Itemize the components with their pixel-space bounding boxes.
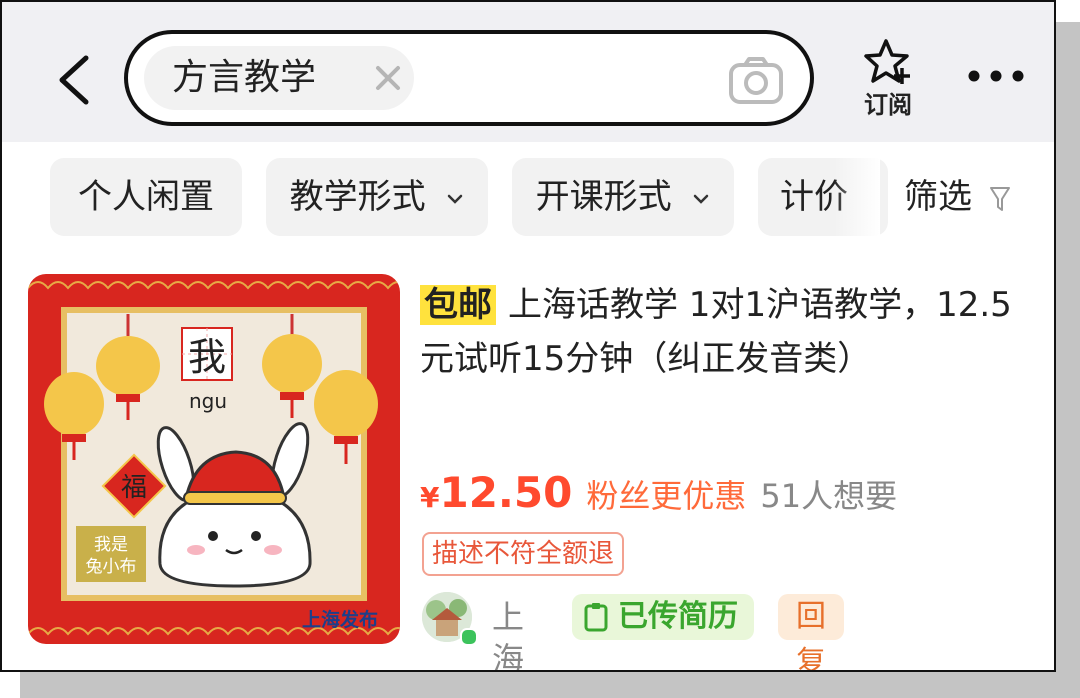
filter-fade <box>834 158 880 236</box>
refund-badge: 描述不符全额退 <box>422 532 625 576</box>
screen-label: 筛选 <box>904 177 972 217</box>
svg-text:ngu: ngu <box>189 389 227 413</box>
resume-badge: 已传简历 <box>572 594 754 640</box>
seller-city: 上海 <box>492 598 525 672</box>
filter-class-form[interactable]: 开课形式 <box>512 158 734 236</box>
price-row: ¥12.50 粉丝更优惠 51人想要 <box>420 468 897 524</box>
search-header: 方言教学 订阅 <box>2 2 1054 142</box>
resume-icon <box>584 603 608 632</box>
svg-text:我: 我 <box>188 335 226 379</box>
listing-title[interactable]: 包邮 上海话教学 1对1沪语教学，12.5元试听15分钟（纠正发音类） <box>420 278 1040 386</box>
filter-bar: 个人闲置 教学形式 开课形式 计价 筛选 <box>2 142 1054 254</box>
fans-discount: 粉丝更优惠 <box>586 477 747 515</box>
wants-count: 51人想要 <box>760 477 898 515</box>
chevron-down-icon <box>448 194 463 204</box>
filter-label: 教学形式 <box>289 177 426 217</box>
listing-title-text: 上海话教学 1对1沪语教学，12.5元试听15分钟（纠正发音类） <box>420 285 1012 379</box>
svg-text:上海发布: 上海发布 <box>302 608 378 631</box>
more-icon[interactable] <box>966 66 1026 86</box>
currency-symbol: ¥ <box>420 481 440 514</box>
resume-label: 已传简历 <box>618 599 738 634</box>
listing-image[interactable]: 我 ngu 福 我是 兔小布 上海发布 <box>28 274 400 644</box>
svg-text:福: 福 <box>121 473 147 503</box>
online-indicator <box>460 628 478 646</box>
filter-personal-idle[interactable]: 个人闲置 <box>50 158 242 236</box>
search-box[interactable]: 方言教学 <box>124 30 814 126</box>
search-query-text: 方言教学 <box>172 57 317 98</box>
chevron-down-icon <box>694 194 709 204</box>
subscribe-button[interactable]: 订阅 <box>858 38 918 128</box>
filter-label: 开课形式 <box>535 177 672 217</box>
star-plus-icon <box>864 39 910 84</box>
svg-text:兔小布: 兔小布 <box>86 557 137 577</box>
filter-teaching-form[interactable]: 教学形式 <box>266 158 488 236</box>
screen-button[interactable]: 筛选 <box>904 158 1011 236</box>
reply-fast-badge: 回复超快 <box>778 594 844 670</box>
clear-icon[interactable] <box>372 62 404 94</box>
back-arrow-icon[interactable] <box>56 54 92 106</box>
search-query-chip[interactable]: 方言教学 <box>144 46 414 110</box>
subscribe-label: 订阅 <box>864 91 912 119</box>
app-window: 方言教学 订阅 个人闲置 教学形式 开课形式 计价 筛选 我 ngu 福 我是 … <box>0 0 1056 672</box>
price: 12.50 <box>439 468 573 517</box>
filter-label: 个人闲置 <box>78 177 214 217</box>
svg-text:我是: 我是 <box>94 535 128 555</box>
listing-illustration: 我 ngu 福 我是 兔小布 上海发布 <box>28 274 400 644</box>
funnel-icon <box>989 186 1010 211</box>
camera-icon[interactable] <box>728 56 784 106</box>
free-shipping-tag: 包邮 <box>420 285 496 325</box>
